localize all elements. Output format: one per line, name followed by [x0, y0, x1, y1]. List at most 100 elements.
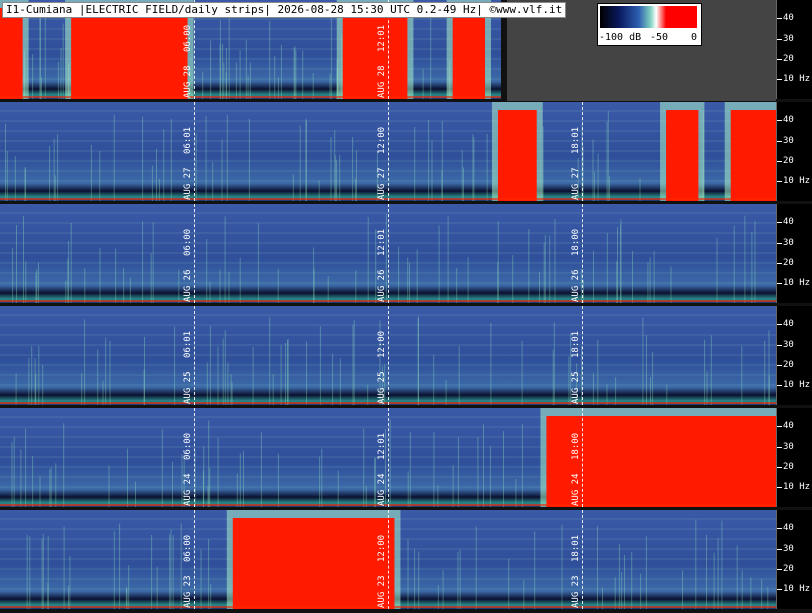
sferic-streak — [38, 345, 40, 405]
axis-tick-label: 30 — [783, 441, 794, 452]
sferic-streak — [339, 358, 341, 405]
sferic-streak — [741, 345, 743, 405]
axis-tick — [777, 324, 782, 326]
date-label: AUG 26 — [377, 269, 387, 302]
sferic-streak — [467, 257, 469, 303]
sferic-streak — [123, 267, 125, 303]
axis-tick — [777, 426, 782, 428]
time-marker-label: 06:01 — [183, 126, 193, 154]
sferic-streak — [158, 179, 160, 201]
sferic-streak — [428, 119, 430, 201]
sferic-streak — [6, 151, 8, 201]
axis-tick — [777, 528, 782, 530]
sferic-streak — [62, 23, 64, 99]
sferic-streak — [761, 578, 763, 609]
sferic-streak — [161, 428, 163, 507]
high-intensity-segment — [666, 110, 699, 201]
time-marker-label: 06:01 — [183, 330, 193, 358]
sferic-streak — [55, 463, 57, 507]
sferic-streak — [553, 322, 555, 405]
sferic-streak — [602, 587, 603, 609]
sferic-streak — [269, 20, 271, 99]
sferic-streak — [150, 253, 152, 303]
sferic-streak — [414, 548, 416, 609]
sferic-streak — [57, 61, 59, 99]
sferic-streak — [750, 577, 752, 609]
sferic-streak — [666, 384, 668, 405]
sferic-streak — [521, 340, 523, 405]
sferic-streak — [57, 134, 59, 201]
axis-tick — [777, 38, 782, 40]
time-marker-line — [388, 306, 389, 405]
sferic-streak — [156, 148, 157, 201]
sferic-streak — [32, 54, 34, 99]
sferic-streak — [561, 524, 563, 609]
sferic-streak — [336, 160, 338, 201]
sferic-streak — [272, 374, 274, 405]
axis-tick — [777, 283, 782, 285]
sferic-streak — [523, 580, 525, 609]
time-marker-line — [582, 204, 583, 303]
sferic-streak — [249, 62, 251, 99]
sferic-streak — [458, 345, 460, 405]
sferic-streak — [209, 281, 211, 303]
sferic-streak — [706, 534, 707, 609]
sferic-streak — [355, 270, 357, 303]
sferic-streak — [97, 349, 99, 405]
sferic-streak — [212, 161, 214, 201]
sferic-streak — [764, 340, 766, 405]
colorbar: -100 dB -50 0 — [597, 3, 702, 46]
sferic-streak — [642, 317, 644, 405]
sferic-streak — [374, 458, 376, 507]
sferic-streak — [50, 467, 52, 507]
sferic-streak — [42, 364, 44, 405]
sferic-streak — [649, 257, 651, 303]
sferic-streak — [221, 139, 223, 201]
sferic-streak — [247, 75, 249, 99]
sferic-streak — [582, 279, 584, 303]
sferic-streak — [695, 519, 697, 609]
time-marker-line — [194, 204, 195, 303]
sferic-streak — [754, 220, 756, 303]
sferic-streak — [41, 539, 43, 609]
sferic-streak — [549, 235, 551, 303]
axis-tick-label: 30 — [783, 135, 794, 146]
axis-tick-label: 20 — [783, 155, 794, 166]
date-label: AUG 26 — [183, 269, 193, 302]
sferic-streak — [20, 449, 22, 507]
sferic-streak — [609, 176, 610, 201]
sferic-streak — [456, 267, 458, 303]
axis-tick — [777, 446, 782, 448]
sferic-streak — [299, 125, 301, 201]
sferic-streak — [319, 456, 321, 507]
sferic-streak — [31, 346, 33, 405]
time-marker-label: 18:01 — [571, 330, 581, 358]
time-marker-line — [388, 102, 389, 201]
frequency-axis: 40 30 20 10 Hz — [776, 102, 812, 201]
sferic-streak — [292, 174, 294, 201]
sferic-streak — [430, 11, 432, 99]
date-label: AUG 26 — [571, 269, 581, 302]
sferic-streak — [477, 437, 479, 507]
sferic-streak — [49, 469, 51, 507]
sferic-streak — [108, 465, 110, 507]
sferic-streak — [203, 446, 205, 507]
sferic-streak — [102, 380, 104, 405]
axis-tick-label: 10 Hz — [783, 584, 811, 595]
sferic-streak — [717, 538, 719, 609]
sferic-streak — [615, 377, 617, 405]
sferic-streak — [606, 121, 608, 201]
sferic-streak — [489, 446, 491, 507]
sferic-streak — [639, 177, 641, 201]
sferic-streak — [650, 377, 651, 405]
sferic-streak — [277, 453, 279, 507]
sferic-streak — [438, 225, 440, 303]
sferic-streak — [135, 481, 136, 507]
sferic-streak — [670, 266, 672, 303]
sferic-streak — [508, 558, 510, 609]
sferic-streak — [129, 277, 131, 303]
sferic-streak — [16, 225, 17, 303]
sferic-streak — [329, 73, 331, 99]
frequency-axis: 40 30 20 10 Hz — [776, 408, 812, 507]
sferic-streak — [205, 115, 207, 201]
